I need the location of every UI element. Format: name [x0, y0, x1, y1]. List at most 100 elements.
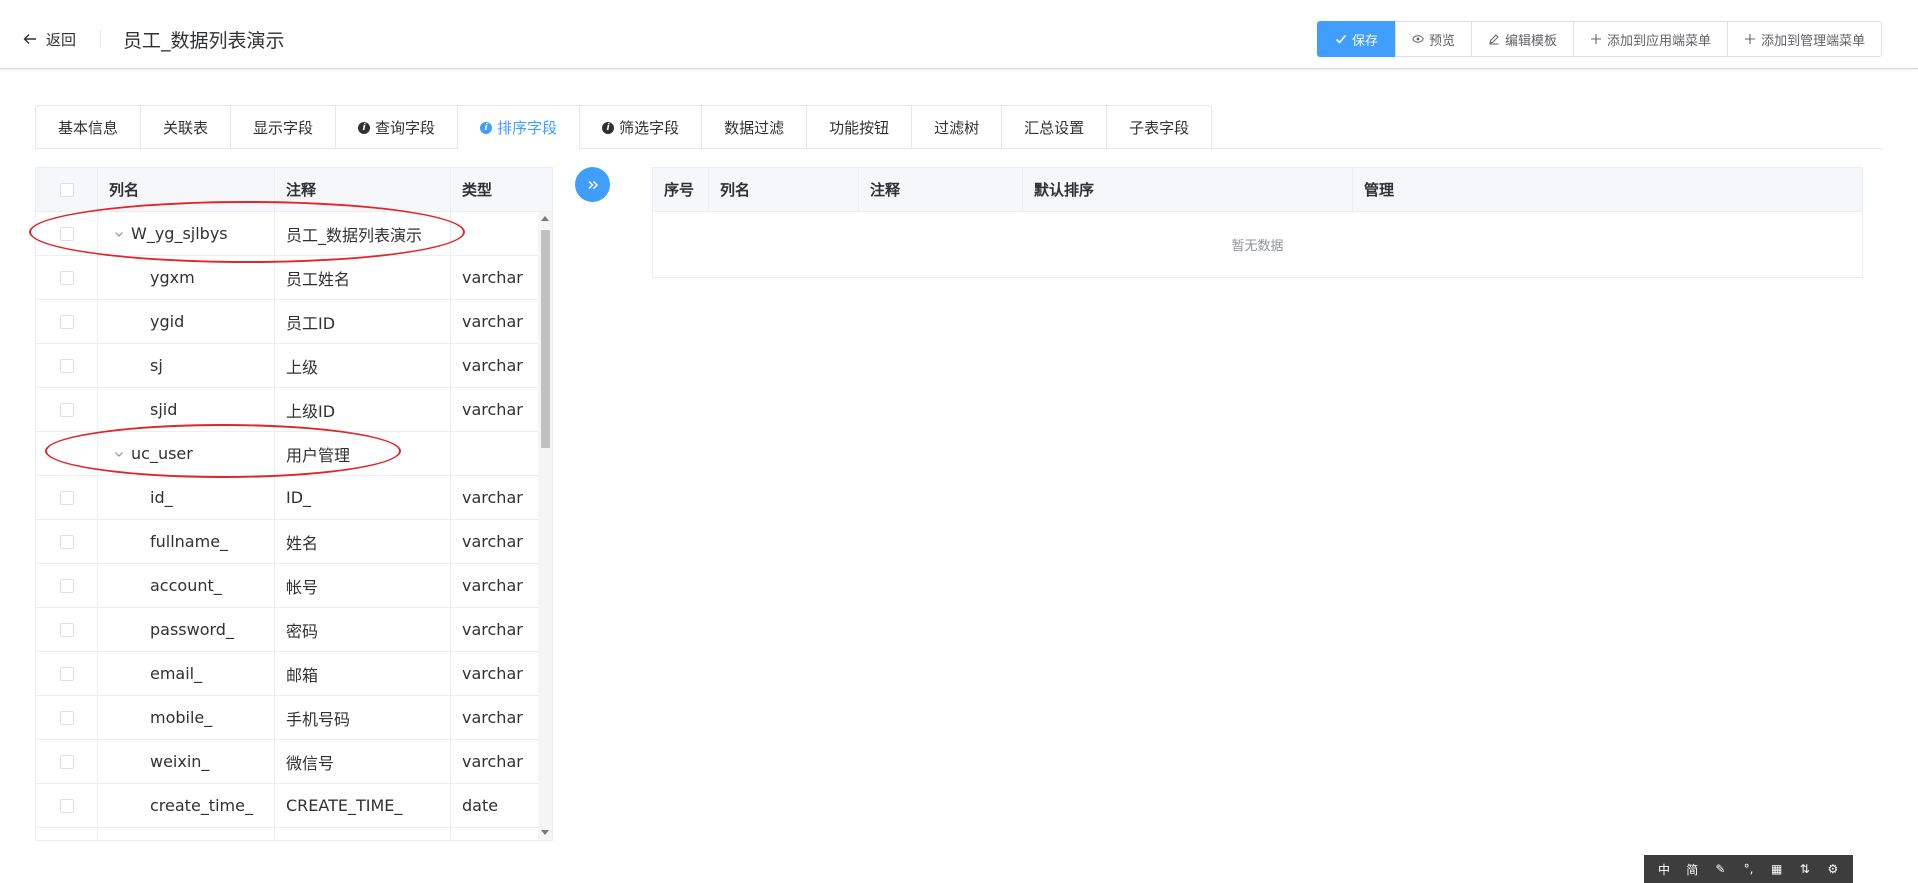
ime-handwriting-icon[interactable]: ✎ — [1709, 862, 1731, 876]
preview-button[interactable]: 预览 — [1395, 21, 1473, 57]
name-cell: id_ — [98, 476, 275, 519]
name-cell — [98, 828, 275, 840]
row-checkbox[interactable] — [59, 490, 74, 505]
name-cell: sjid — [98, 388, 275, 431]
table-row[interactable]: account_ 帐号 varchar — [36, 564, 538, 608]
comment-cell: 手机号码 — [275, 696, 451, 739]
row-checkbox[interactable] — [59, 622, 74, 637]
select-all-checkbox[interactable] — [59, 182, 74, 197]
table-row[interactable]: email_ 邮箱 varchar — [36, 652, 538, 696]
table-row[interactable]: password_ 密码 varchar — [36, 608, 538, 652]
row-checkbox-cell — [36, 520, 98, 563]
add-app-menu-button[interactable]: 添加到应用端菜单 — [1573, 21, 1729, 57]
row-checkbox[interactable] — [59, 314, 74, 329]
row-checkbox[interactable] — [59, 666, 74, 681]
table-row[interactable]: sj 上级 varchar — [36, 344, 538, 388]
ime-settings-icon[interactable]: ⚙ — [1822, 862, 1844, 876]
chevron-down-icon[interactable] — [113, 228, 125, 240]
row-checkbox[interactable] — [59, 358, 74, 373]
type-cell: varchar — [462, 752, 523, 771]
table-row[interactable]: ygid 员工ID varchar — [36, 300, 538, 344]
scroll-down-arrow[interactable] — [541, 830, 549, 835]
comment-cell: 微信号 — [275, 740, 451, 783]
tab-label: 排序字段 — [497, 119, 558, 137]
tab-filter-fields[interactable]: i 筛选字段 — [579, 106, 701, 149]
ime-punctuation-icon[interactable]: °, — [1737, 862, 1759, 876]
comment-cell — [275, 828, 451, 840]
row-checkbox-cell — [36, 212, 98, 255]
column-header-comment: 注释 — [275, 168, 451, 211]
tab-summary-settings[interactable]: 汇总设置 — [1001, 106, 1106, 149]
plus-icon — [1591, 34, 1602, 44]
name-cell: fullname_ — [98, 520, 275, 563]
double-chevron-right-icon — [587, 180, 598, 189]
tab-label: 基本信息 — [58, 119, 119, 137]
row-checkbox-cell — [36, 696, 98, 739]
add-app-menu-label: 添加到应用端菜单 — [1607, 33, 1712, 49]
column-header-default-sort: 默认排序 — [1023, 168, 1353, 211]
ime-toolbox-icon[interactable]: ⇅ — [1794, 862, 1816, 876]
row-checkbox-cell — [36, 344, 98, 387]
edit-template-button[interactable]: 编辑模板 — [1471, 21, 1575, 57]
row-checkbox[interactable] — [59, 710, 74, 725]
table-row[interactable]: fullname_ 姓名 varchar — [36, 520, 538, 564]
table-row[interactable]: sjid 上级ID varchar — [36, 388, 538, 432]
ime-chinese-mode[interactable]: 中 — [1653, 861, 1675, 878]
select-all-cell — [36, 168, 98, 211]
tab-label: 汇总设置 — [1024, 119, 1085, 137]
add-admin-menu-button[interactable]: 添加到管理端菜单 — [1727, 21, 1883, 57]
tab-query-fields[interactable]: i 查询字段 — [335, 106, 457, 149]
tab-function-buttons[interactable]: 功能按钮 — [806, 106, 911, 149]
row-checkbox[interactable] — [59, 798, 74, 813]
table-row[interactable]: mobile_ 手机号码 varchar — [36, 696, 538, 740]
row-checkbox[interactable] — [59, 402, 74, 417]
plus-icon — [1745, 34, 1756, 44]
edit-template-label: 编辑模板 — [1505, 33, 1558, 49]
tab-data-filter[interactable]: 数据过滤 — [701, 106, 806, 149]
table-row[interactable]: weixin_ 微信号 varchar — [36, 740, 538, 784]
table-row[interactable]: ygxm 员工姓名 varchar — [36, 256, 538, 300]
table-row[interactable]: create_time_ CREATE_TIME_ date — [36, 784, 538, 828]
group-name-cell: uc_user — [98, 432, 275, 475]
row-checkbox-cell — [36, 828, 98, 840]
type-cell: varchar — [462, 708, 523, 727]
row-checkbox[interactable] — [59, 270, 74, 285]
back-button[interactable]: 返回 — [22, 27, 76, 51]
tab-label: 过滤树 — [934, 119, 980, 137]
save-button[interactable]: 保存 — [1317, 21, 1397, 57]
scrollbar-thumb[interactable] — [541, 230, 550, 448]
table-group-row[interactable]: W_yg_sjlbys 员工_数据列表演示 — [36, 212, 538, 256]
tab-display-fields[interactable]: 显示字段 — [230, 106, 335, 149]
row-checkbox[interactable] — [59, 578, 74, 593]
row-checkbox-cell — [36, 300, 98, 343]
info-icon: i — [480, 121, 493, 134]
tab-basic-info[interactable]: 基本信息 — [36, 106, 140, 149]
add-to-sort-button[interactable] — [575, 167, 610, 202]
row-checkbox[interactable] — [59, 754, 74, 769]
scroll-up-arrow[interactable] — [541, 216, 549, 221]
row-checkbox[interactable] — [59, 534, 74, 549]
vertical-scrollbar[interactable] — [538, 212, 552, 840]
ime-keyboard-icon[interactable]: ▦ — [1766, 862, 1788, 876]
table-group-row[interactable]: uc_user 用户管理 — [36, 432, 538, 476]
tab-subtable-fields[interactable]: 子表字段 — [1106, 106, 1211, 149]
type-cell — [451, 212, 538, 255]
row-checkbox-cell — [36, 784, 98, 827]
row-checkbox-cell — [36, 652, 98, 695]
check-icon — [1335, 34, 1347, 44]
ime-toolbar: 中 简 ✎ °, ▦ ⇅ ⚙ — [1644, 855, 1853, 883]
preview-label: 预览 — [1429, 33, 1456, 49]
table-row[interactable]: id_ ID_ varchar — [36, 476, 538, 520]
tab-filter-tree[interactable]: 过滤树 — [911, 106, 1001, 149]
tab-sort-fields[interactable]: i 排序字段 — [457, 106, 580, 150]
tab-related-tables[interactable]: 关联表 — [140, 106, 230, 149]
row-checkbox-cell — [36, 256, 98, 299]
comment-cell: ID_ — [275, 476, 451, 519]
name-cell: ygxm — [98, 256, 275, 299]
tab-label: 筛选字段 — [619, 119, 680, 137]
page-header: 返回 员工_数据列表演示 保存 预览 编辑模板 添加到应用端菜单 添加到管理端菜… — [0, 0, 1918, 69]
row-checkbox[interactable] — [59, 226, 74, 241]
column-header-type: 类型 — [462, 181, 493, 199]
chevron-down-icon[interactable] — [113, 448, 125, 460]
ime-simplified-mode[interactable]: 简 — [1681, 861, 1703, 878]
